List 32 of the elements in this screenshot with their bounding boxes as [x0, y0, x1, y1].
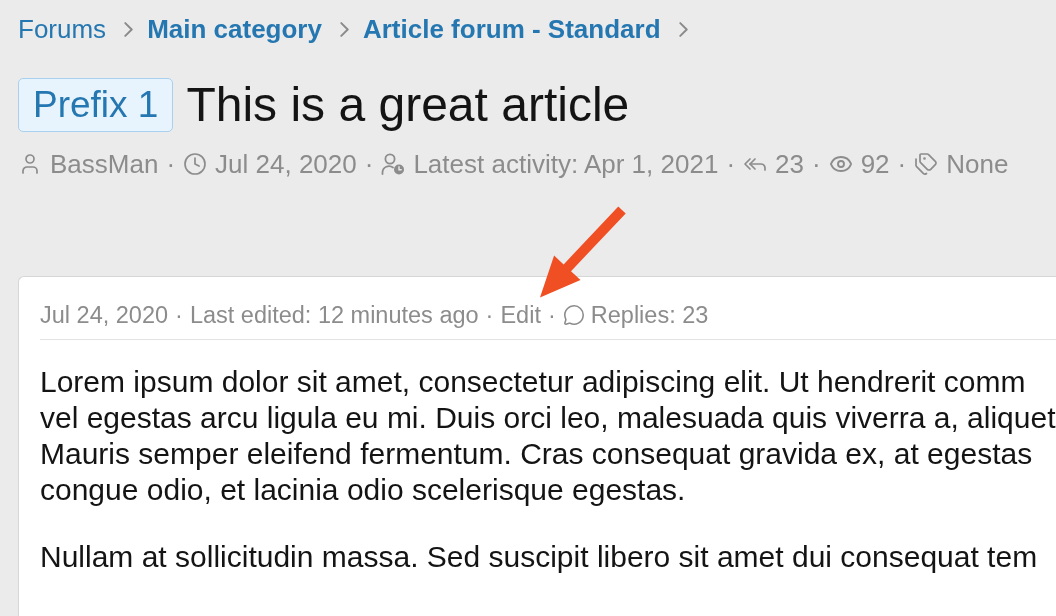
- meta-separator: ·: [166, 149, 176, 179]
- latest-activity-text: Latest activity: Apr 1, 2021: [413, 149, 719, 179]
- body-paragraph: Nullam at sollicitudin massa. Sed suscipit libero sit amet dui consequat tem: [40, 539, 1038, 575]
- edit-link[interactable]: Edit: [500, 301, 541, 329]
- speech-bubble-icon: [562, 304, 585, 326]
- tags-text: None: [946, 149, 1009, 179]
- chevron-right-icon: [678, 21, 688, 37]
- clock-icon: [183, 152, 208, 176]
- author-link[interactable]: BassMan: [50, 149, 159, 179]
- chevron-right-icon: [339, 21, 349, 37]
- user-clock-icon: [381, 153, 406, 175]
- prefix-tag[interactable]: Prefix 1: [18, 78, 174, 132]
- breadcrumb-link[interactable]: Forums: [18, 14, 107, 44]
- last-edited-text: Last edited: 12 minutes ago: [189, 301, 479, 329]
- meta-separator: ·: [364, 149, 374, 179]
- body-paragraph: Lorem ipsum dolor sit amet, consectetur adipiscing elit. Ut hendrerit comm vel egestas arcu ligula eu mi. Duis orci leo, malesuada quis viverra a, aliquet Mauris semper eleifend fermentum. Cras consequat gravida ex, at egestas congue odio, et lacinia odio scelerisque egestas.: [40, 364, 1056, 508]
- tags-icon: [914, 152, 939, 176]
- meta-separator: ·: [726, 149, 736, 179]
- post-date-link[interactable]: Jul 24, 2020: [40, 301, 169, 329]
- meta-separator: ·: [547, 301, 556, 329]
- chevron-right-icon: [124, 21, 134, 37]
- meta-separator: ·: [175, 301, 183, 329]
- meta-separator: ·: [485, 301, 494, 329]
- start-date-link[interactable]: Jul 24, 2020: [215, 149, 357, 179]
- breadcrumb-link[interactable]: Article forum - Standard: [362, 14, 661, 44]
- breadcrumb-link[interactable]: Main category: [147, 14, 322, 44]
- view-count: 92: [860, 149, 890, 179]
- replies-count: Replies: 23: [590, 301, 709, 329]
- thread-title: This is a great article: [186, 78, 630, 132]
- reply-count: 23: [775, 149, 804, 179]
- meta-separator: ·: [811, 149, 821, 179]
- meta-separator: ·: [897, 149, 907, 179]
